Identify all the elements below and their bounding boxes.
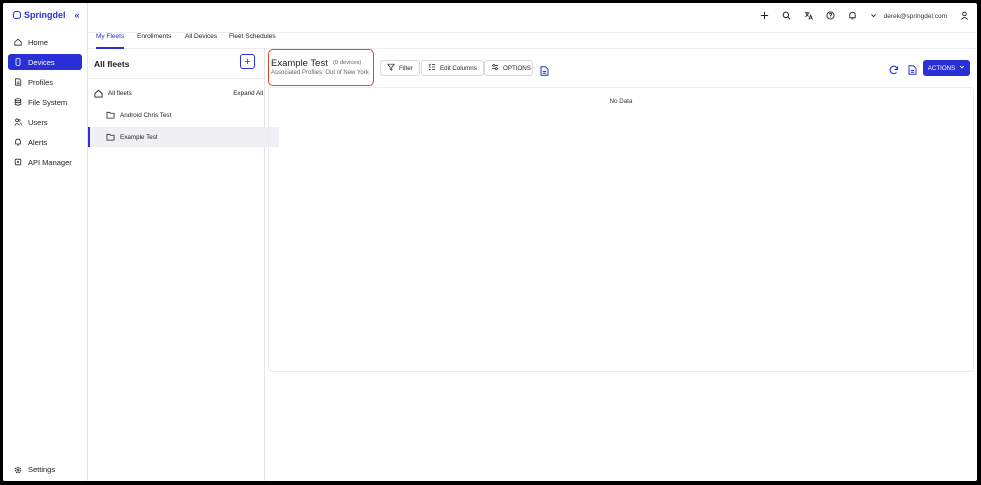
actions-button[interactable]: ACTIONS [923, 60, 970, 76]
sidebar-item-label: Users [28, 117, 48, 127]
tab-enrollments[interactable]: Enrollments [137, 32, 171, 47]
user-email[interactable]: derek@springdel.com [884, 13, 947, 20]
fleet-tabs: My Fleets Enrollments All Devices Fleet … [88, 32, 977, 49]
user-avatar-icon[interactable] [960, 11, 969, 22]
users-icon [14, 118, 22, 126]
report-document-icon[interactable] [908, 62, 917, 80]
tab-my-fleets[interactable]: My Fleets [96, 32, 125, 49]
bell-icon [14, 138, 22, 146]
actions-label: ACTIONS [927, 64, 956, 72]
home-icon [14, 38, 22, 46]
no-data-message: No Data [609, 98, 633, 105]
home-icon [93, 88, 103, 98]
chevron-down-icon[interactable] [870, 12, 877, 21]
options-button[interactable]: OPTIONS [484, 60, 533, 76]
edit-columns-icon [428, 63, 436, 73]
sidebar-item-label: Profiles [28, 77, 54, 87]
logo-text: Springdel [24, 10, 66, 20]
associated-profiles: Associated Profiles: Out of New York [271, 70, 369, 76]
fleet-label: Android Chris Test [120, 111, 172, 119]
sidebar-item-label: Devices [28, 57, 55, 67]
tab-all-devices[interactable]: All Devices [185, 32, 217, 47]
filter-label: Filter [399, 64, 413, 72]
devices-table: No Data [268, 87, 974, 372]
sidebar-item-home[interactable]: Home [8, 34, 82, 50]
top-bar-actions: derek@springdel.com [760, 11, 969, 22]
sidebar-item-api-manager[interactable]: API Manager [8, 154, 82, 170]
fleet-label: Example Test [120, 133, 158, 141]
gear-icon [14, 466, 22, 474]
search-icon[interactable] [782, 11, 791, 22]
sidebar-item-users[interactable]: Users [8, 114, 82, 130]
folder-icon [105, 132, 115, 142]
add-icon[interactable] [760, 11, 769, 22]
sidebar-item-label: File System [28, 97, 68, 107]
filter-button[interactable]: Filter [380, 60, 420, 76]
sidebar-nav: Home Devices Profiles File System Users … [8, 34, 82, 174]
export-document-icon[interactable] [540, 63, 549, 81]
options-label: OPTIONS [503, 64, 531, 72]
sidebar: Springdel « Home Devices Profiles File S… [3, 3, 88, 481]
sidebar-item-label: Alerts [28, 137, 48, 147]
sidebar-item-alerts[interactable]: Alerts [8, 134, 82, 150]
tab-fleet-schedules[interactable]: Fleet Schedules [229, 32, 276, 47]
app-window: Springdel « Home Devices Profiles File S… [3, 3, 977, 481]
sidebar-item-file-system[interactable]: File System [8, 94, 82, 110]
fleet-tree-root[interactable]: All fleets Expand All [88, 83, 267, 103]
sliders-icon [491, 63, 499, 73]
chevron-down-icon [959, 64, 965, 72]
divider [88, 78, 264, 79]
help-icon[interactable] [826, 11, 835, 22]
notifications-bell-icon[interactable] [848, 11, 857, 22]
api-icon [14, 158, 22, 166]
sidebar-item-settings[interactable]: Settings [14, 465, 55, 474]
database-icon [14, 98, 22, 106]
edit-columns-label: Edit Columns [440, 64, 477, 72]
document-icon [14, 78, 22, 86]
plus-icon: + [244, 55, 251, 68]
edit-columns-button[interactable]: Edit Columns [421, 60, 484, 76]
sidebar-item-profiles[interactable]: Profiles [8, 74, 82, 90]
fleet-root-label: All fleets [108, 89, 132, 97]
device-icon [14, 58, 22, 66]
folder-icon [105, 110, 115, 120]
sidebar-item-label: API Manager [28, 157, 72, 167]
add-fleet-button[interactable]: + [240, 54, 255, 69]
fleet-panel-title: All fleets [94, 59, 130, 69]
logo-icon [13, 11, 21, 19]
sidebar-item-label: Home [28, 37, 49, 47]
expand-all-link[interactable]: Expand All [233, 90, 263, 97]
translate-icon[interactable] [804, 11, 813, 22]
device-count: (0 devices) [333, 60, 362, 66]
settings-label: Settings [28, 465, 56, 474]
logo[interactable]: Springdel « [13, 10, 80, 20]
fleet-tree-item[interactable]: Android Chris Test [88, 105, 279, 125]
collapse-sidebar-icon[interactable]: « [75, 10, 80, 20]
sidebar-item-devices[interactable]: Devices [8, 54, 82, 70]
refresh-icon[interactable] [889, 62, 899, 80]
top-bar: derek@springdel.com [88, 3, 977, 33]
fleet-name: Example Test [271, 58, 328, 69]
fleet-tree-item-selected[interactable]: Example Test [88, 127, 279, 147]
filter-icon [387, 63, 395, 73]
fleet-panel: All fleets + All fleets Expand All Andro… [88, 48, 279, 481]
